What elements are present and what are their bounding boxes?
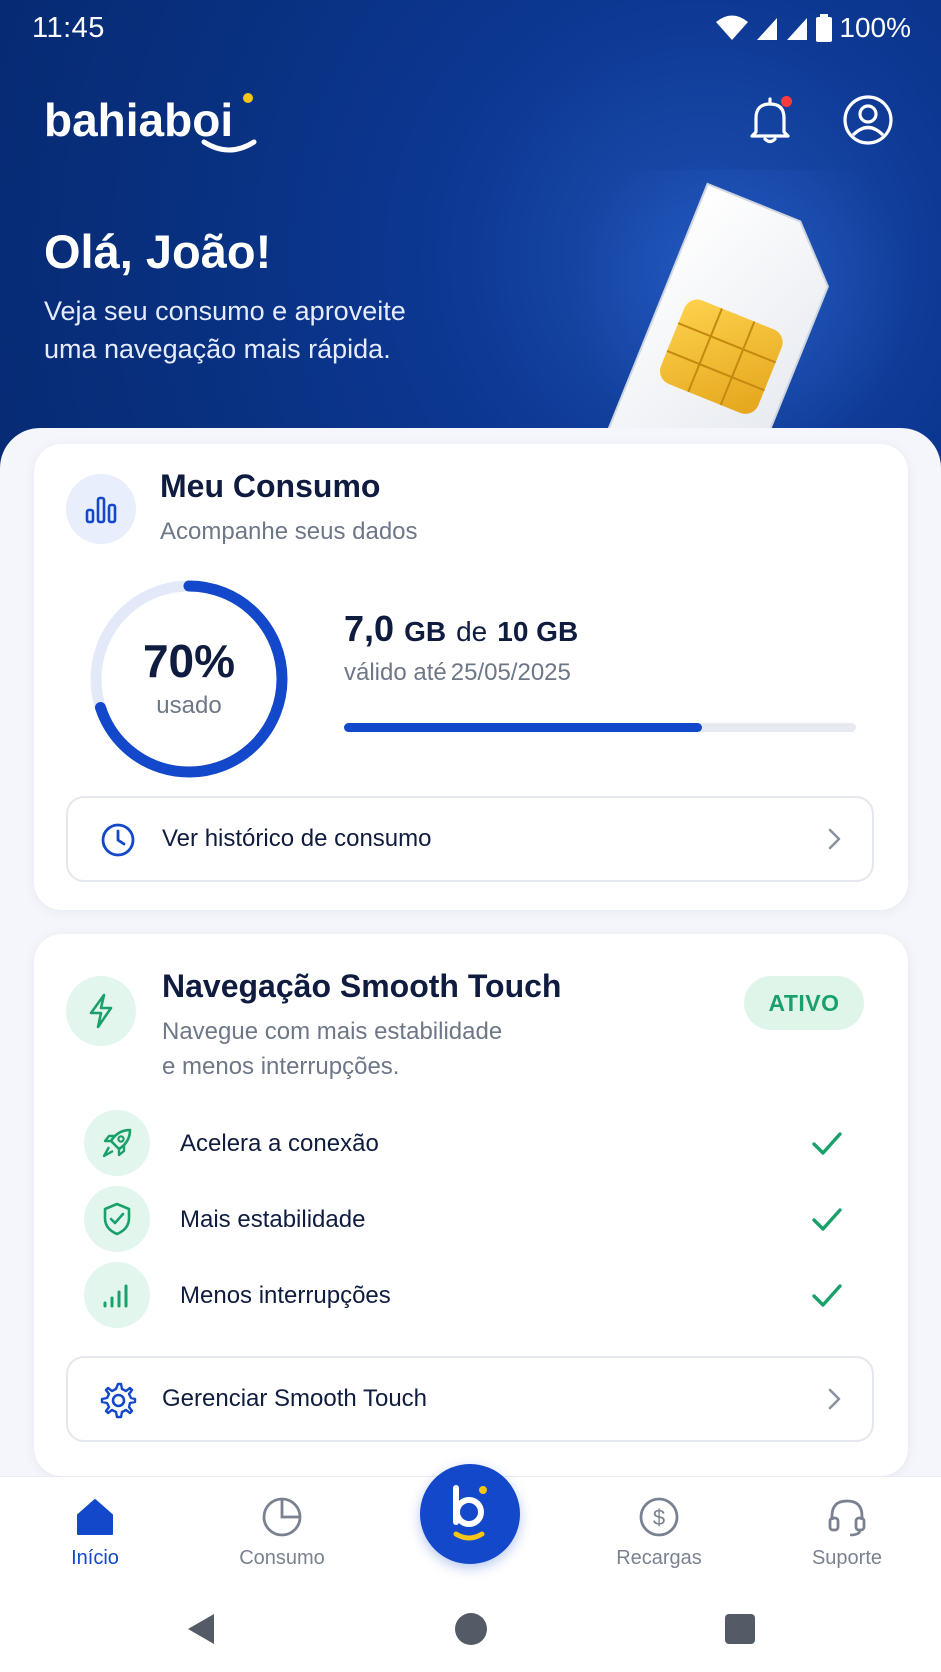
nav-label: Recargas (616, 1547, 702, 1569)
usage-percent-label: usado (156, 692, 222, 719)
usage-progress-fill (344, 723, 703, 732)
feature-item: Acelera a conexão (84, 1110, 844, 1176)
svg-text:$: $ (653, 1505, 665, 1530)
nav-item-consumo[interactable]: Consumo (212, 1477, 352, 1593)
feature-item: Mais estabilidade (84, 1186, 844, 1252)
status-indicators: 100% (715, 12, 911, 44)
lightning-icon (66, 976, 136, 1046)
manage-smooth-touch-label: Gerenciar Smooth Touch (162, 1385, 428, 1412)
greeting-title: Olá, João! (44, 225, 272, 278)
feature-label: Menos interrupções (180, 1282, 391, 1309)
nav-item-inicio[interactable]: Início (25, 1477, 165, 1593)
cell-signal-2-icon (787, 18, 808, 40)
bar-chart-icon (66, 474, 136, 544)
nav-item-recargas[interactable]: $ Recargas (589, 1477, 729, 1593)
nav-label: Consumo (239, 1547, 325, 1569)
used-unit: GB (404, 616, 447, 647)
smooth-touch-subtitle-1: Navegue com mais estabilidade (162, 1018, 503, 1045)
sim-card-illustration (540, 120, 910, 470)
back-triangle-icon[interactable] (184, 1610, 218, 1653)
status-bar: 11:45 100% (0, 0, 941, 56)
nav-label: Início (71, 1547, 119, 1569)
rocket-icon (84, 1110, 150, 1176)
hero-header: 11:45 100% bahiaboi Olá, João! Veja seu … (0, 0, 941, 470)
greeting-subtitle: Veja seu consumo e aproveite uma navegaç… (44, 296, 406, 364)
nav-item-suporte[interactable]: Suporte (777, 1477, 917, 1593)
check-icon (810, 1202, 844, 1241)
validity: válido até 25/05/2025 (344, 659, 571, 687)
manage-smooth-touch-button[interactable]: Gerenciar Smooth Touch (66, 1356, 874, 1442)
bahiaboi-b-logo-icon (453, 1485, 487, 1541)
validity-date: 25/05/2025 (450, 659, 571, 686)
total-amount: 10 GB (497, 616, 579, 647)
consumption-title: Meu Consumo (160, 468, 381, 504)
pie-chart-icon (260, 1495, 304, 1539)
consumption-card: Meu Consumo Acompanhe seus dados 70% usa… (34, 444, 908, 910)
usage-amount: 7,0 GB de 10 GB (344, 608, 578, 650)
smooth-touch-title: Navegação Smooth Touch (162, 968, 562, 1004)
validity-label: válido até (344, 659, 447, 686)
battery-icon (816, 14, 833, 42)
consumption-history-label: Ver histórico de consumo (162, 825, 432, 852)
headset-icon (825, 1495, 869, 1539)
cell-signal-icon (757, 18, 778, 40)
svg-text:bahiaboi: bahiaboi (44, 94, 233, 146)
chevron-right-icon (826, 824, 844, 859)
battery-percent: 100% (839, 12, 911, 43)
feature-item: Menos interrupções (84, 1262, 844, 1328)
recents-square-icon[interactable] (722, 1610, 756, 1653)
check-icon (810, 1126, 844, 1165)
status-badge: ATIVO (744, 976, 864, 1030)
user-circle-icon (843, 95, 893, 145)
home-icon (73, 1495, 117, 1539)
notification-bell-button[interactable] (742, 92, 798, 148)
feature-label: Mais estabilidade (180, 1206, 366, 1233)
chevron-right-icon (826, 1384, 844, 1419)
consumption-subtitle: Acompanhe seus dados (160, 518, 418, 545)
feature-label: Acelera a conexão (180, 1130, 379, 1157)
usage-percent: 70% (142, 635, 236, 687)
status-time: 11:45 (32, 12, 105, 44)
smooth-touch-subtitle-2: e menos interrupções. (162, 1053, 400, 1080)
shield-check-icon (84, 1186, 150, 1252)
usage-progress-bar (344, 723, 856, 732)
home-circle-icon[interactable] (452, 1610, 490, 1653)
gear-icon (98, 1380, 138, 1420)
bahiaboi-logo: bahiaboi (44, 92, 274, 167)
profile-button[interactable] (840, 92, 896, 148)
center-brand-button[interactable] (420, 1464, 520, 1564)
wifi-icon (716, 15, 749, 40)
consumption-history-button[interactable]: Ver histórico de consumo (66, 796, 874, 882)
notification-dot (781, 96, 792, 107)
clock-icon (98, 820, 138, 860)
signal-bars-icon (84, 1262, 150, 1328)
of-label: de (456, 616, 488, 647)
system-navigation-bar (0, 1592, 941, 1672)
used-amount: 7,0 (344, 608, 395, 649)
nav-label: Suporte (811, 1547, 883, 1569)
check-icon (810, 1278, 844, 1317)
smooth-touch-card: Navegação Smooth Touch Navegue com mais … (34, 934, 908, 1476)
dollar-circle-icon: $ (637, 1495, 681, 1539)
